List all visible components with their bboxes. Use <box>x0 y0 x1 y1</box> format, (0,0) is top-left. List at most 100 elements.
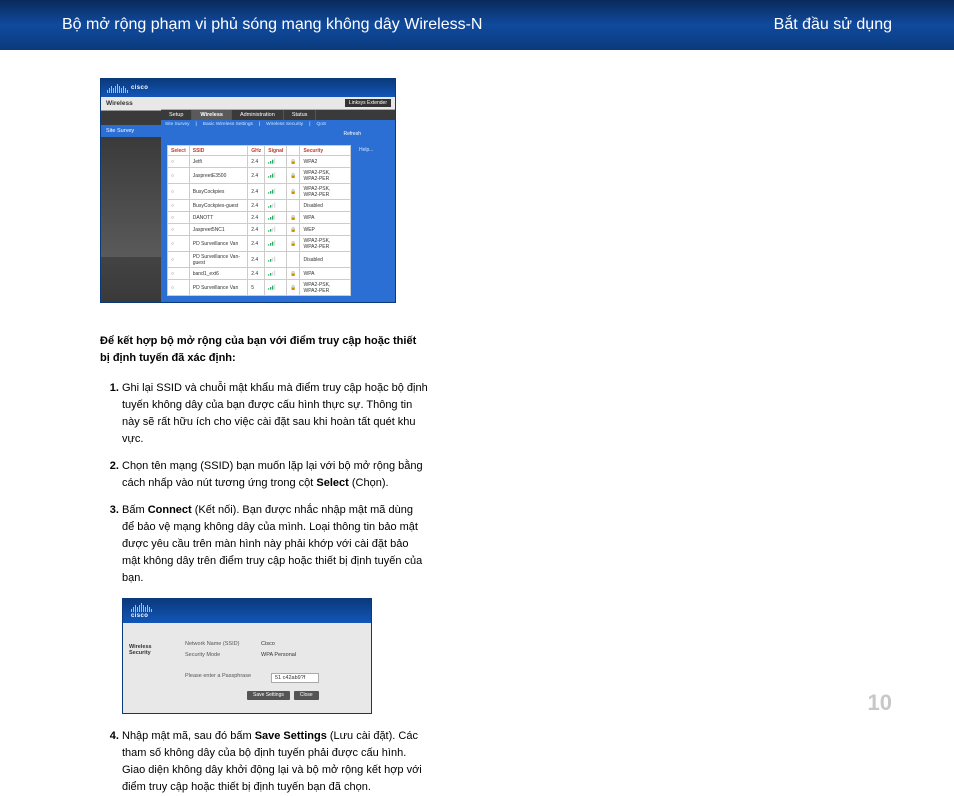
sidebar-site-survey: Site Survey <box>101 125 161 137</box>
select-radio[interactable] <box>168 236 190 252</box>
figure1-main: Linksys Extender Setup Wireless Administ… <box>161 97 395 302</box>
close-button[interactable]: Close <box>294 691 319 700</box>
tab-status[interactable]: Status <box>284 110 317 120</box>
page-number: 10 <box>868 690 892 716</box>
table-row: Jetfi2.4🔒WPA2 <box>168 156 351 168</box>
select-radio[interactable] <box>168 252 190 268</box>
figure-wireless-security: cisco Wireless Security Network Name (SS… <box>122 598 372 714</box>
signal-icon <box>265 168 287 184</box>
figure1-titlebar: cisco <box>101 79 395 97</box>
subtab-security[interactable]: Wireless Security <box>266 122 303 127</box>
wifi-survey-table: Select SSID GHz Signal Security Jetfi2.4… <box>167 145 351 296</box>
sub-tabs: Site Survey| Basic Wireless Settings| Wi… <box>161 120 395 129</box>
tab-wireless[interactable]: Wireless <box>192 110 232 120</box>
table-row: DANOTT2.4🔒WPA <box>168 212 351 224</box>
lock-icon: 🔒 <box>287 268 300 280</box>
signal-icon <box>265 184 287 200</box>
sidebar-wireless-label: Wireless <box>101 97 161 111</box>
signal-icon <box>265 156 287 168</box>
refresh-link[interactable]: Refresh <box>343 131 361 137</box>
cisco-logo-icon <box>107 84 128 93</box>
subtab-basic[interactable]: Basic Wireless Settings <box>203 122 253 127</box>
col-select: Select <box>168 146 190 156</box>
step-3: Bấm Connect (Kết nối). Bạn được nhắc nhậ… <box>122 502 428 587</box>
table-row: PD Surveillance Van5🔒WPA2-PSK, WPA2-PER <box>168 280 351 296</box>
col-signal: Signal <box>265 146 287 156</box>
page-header: Bộ mở rộng phạm vi phủ sóng mạng không d… <box>0 0 954 50</box>
security-cell: Disabled <box>300 200 351 212</box>
select-radio[interactable] <box>168 212 190 224</box>
lock-icon: 🔒 <box>287 156 300 168</box>
figure2-titlebar: cisco <box>123 599 371 623</box>
ssid-value: Cisco <box>261 641 275 647</box>
lock-icon: 🔒 <box>287 280 300 296</box>
ghz-cell: 2.4 <box>248 252 265 268</box>
ghz-cell: 2.4 <box>248 168 265 184</box>
instructions-list: Ghi lại SSID và chuỗi mật khẩu mà điểm t… <box>100 380 428 588</box>
figure2-sidebar: Wireless Security <box>123 623 175 713</box>
ghz-cell: 2.4 <box>248 236 265 252</box>
lock-icon: 🔒 <box>287 236 300 252</box>
ssid-cell: JaspreetE3500 <box>189 168 248 184</box>
signal-icon <box>265 236 287 252</box>
figure-site-survey: cisco Wireless Site Survey Linksys Exten… <box>100 78 396 303</box>
table-row: BusyCockpies2.4🔒WPA2-PSK, WPA2-PER <box>168 184 351 200</box>
signal-icon <box>265 252 287 268</box>
col-security: Security <box>300 146 351 156</box>
signal-icon <box>265 212 287 224</box>
subtab-qos[interactable]: QoS <box>316 122 326 127</box>
select-radio[interactable] <box>168 168 190 184</box>
ssid-cell: Jetfi <box>189 156 248 168</box>
ssid-cell: DANOTT <box>189 212 248 224</box>
select-radio[interactable] <box>168 156 190 168</box>
cisco-logo-icon <box>131 603 152 612</box>
tab-admin[interactable]: Administration <box>232 110 284 120</box>
ghz-cell: 2.4 <box>248 268 265 280</box>
header-right: Bắt đầu sử dụng <box>774 16 892 34</box>
security-cell: WEP <box>300 224 351 236</box>
signal-icon <box>265 280 287 296</box>
ssid-cell: band1_ext6 <box>189 268 248 280</box>
ghz-cell: 2.4 <box>248 212 265 224</box>
lock-icon <box>287 200 300 212</box>
help-panel[interactable]: Help... <box>357 145 389 296</box>
lock-icon: 🔒 <box>287 224 300 236</box>
tab-setup[interactable]: Setup <box>161 110 192 120</box>
pass-label: Please enter a Passphrase <box>185 673 257 683</box>
select-radio[interactable] <box>168 280 190 296</box>
select-radio[interactable] <box>168 268 190 280</box>
select-radio[interactable] <box>168 184 190 200</box>
instructions-intro: Để kết hợp bộ mở rộng của bạn với điểm t… <box>100 333 428 366</box>
signal-icon <box>265 224 287 236</box>
subtab-site[interactable]: Site Survey <box>165 122 190 127</box>
select-radio[interactable] <box>168 200 190 212</box>
ghz-cell: 2.4 <box>248 156 265 168</box>
main-column: cisco Wireless Site Survey Linksys Exten… <box>0 50 490 796</box>
col-ssid: SSID <box>189 146 248 156</box>
signal-icon <box>265 200 287 212</box>
sidebar-security-label: Wireless Security <box>123 641 175 659</box>
ssid-cell: BusyCockpies-guest <box>189 200 248 212</box>
ssid-cell: Jaspreet5NC1 <box>189 224 248 236</box>
mode-label: Security Mode <box>185 652 247 658</box>
lock-icon <box>287 252 300 268</box>
ghz-cell: 2.4 <box>248 224 265 236</box>
ssid-cell: PD Surveillance Van <box>189 280 248 296</box>
main-tabs: Setup Wireless Administration Status <box>161 110 395 120</box>
security-cell: WPA <box>300 268 351 280</box>
header-left: Bộ mở rộng phạm vi phủ sóng mạng không d… <box>62 16 482 34</box>
save-settings-button[interactable]: Save Settings <box>247 691 290 700</box>
lock-icon: 🔒 <box>287 168 300 184</box>
ghz-cell: 2.4 <box>248 184 265 200</box>
ssid-cell: BusyCockpies <box>189 184 248 200</box>
brand-text: cisco <box>131 85 148 91</box>
ssid-cell: PD Surveillance Van-guest <box>189 252 248 268</box>
table-row: PD Surveillance Van2.4🔒WPA2-PSK, WPA2-PE… <box>168 236 351 252</box>
col-ghz: GHz <box>248 146 265 156</box>
select-radio[interactable] <box>168 224 190 236</box>
ghz-cell: 2.4 <box>248 200 265 212</box>
security-cell: WPA2-PSK, WPA2-PER <box>300 184 351 200</box>
passphrase-input[interactable]: 51 c42ab9?f <box>271 673 319 683</box>
brand-text: cisco <box>131 613 155 619</box>
table-row: JaspreetE35002.4🔒WPA2-PSK, WPA2-PER <box>168 168 351 184</box>
